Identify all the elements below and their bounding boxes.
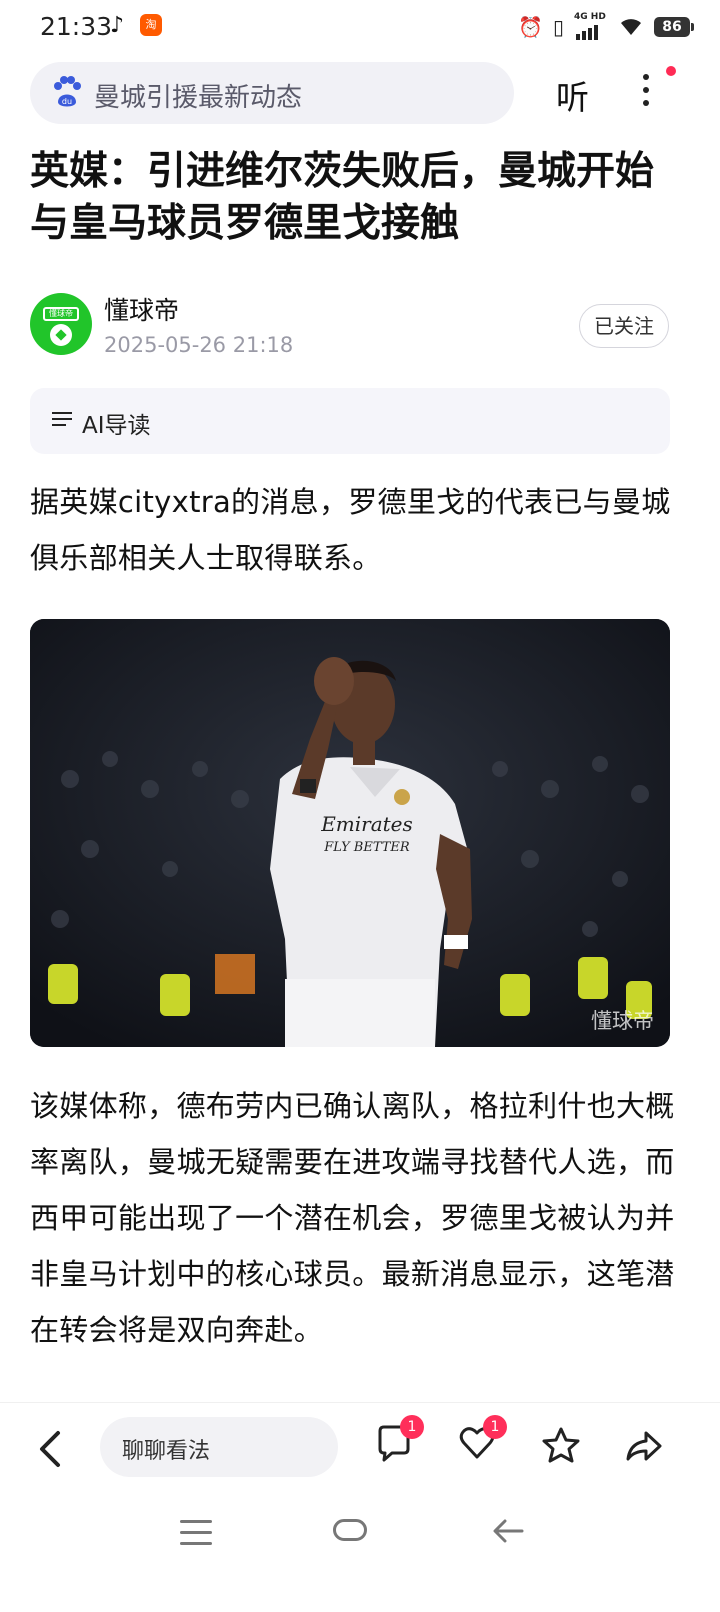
search-bar[interactable]: du 曼城引援最新动态: [30, 62, 514, 124]
notification-dot: [666, 66, 676, 76]
svg-text:Emirates: Emirates: [320, 812, 413, 836]
comment-count-badge: 1: [400, 1415, 424, 1439]
ai-guide-box[interactable]: AI导读: [30, 388, 670, 454]
follow-button[interactable]: 已关注: [579, 304, 669, 348]
football-icon: [50, 324, 72, 346]
avatar-logo-text: 懂球帝: [43, 307, 79, 321]
player-photo: Emirates FLY BETTER: [30, 619, 670, 1047]
system-nav-bar: [0, 1498, 720, 1612]
taobao-icon: 淘: [140, 14, 162, 36]
svg-text:du: du: [62, 97, 72, 106]
system-back-icon[interactable]: [490, 1513, 526, 1549]
like-count-badge: 1: [483, 1415, 507, 1439]
author-name[interactable]: 懂球帝: [104, 291, 179, 327]
comment-button[interactable]: 1: [374, 1415, 424, 1473]
image-watermark: 懂球帝: [591, 1009, 654, 1033]
tiktok-icon: ♪: [110, 13, 125, 38]
star-icon[interactable]: [540, 1425, 582, 1467]
home-icon[interactable]: [333, 1519, 367, 1541]
back-arrow-icon[interactable]: [30, 1425, 70, 1473]
comment-placeholder: 聊聊看法: [122, 1439, 211, 1464]
publish-date: 2025-05-26 21:18: [104, 333, 294, 357]
alarm-icon: ⏰: [518, 15, 543, 39]
ai-guide-label: AI导读: [82, 413, 151, 439]
list-sort-icon: [52, 412, 72, 428]
search-query: 曼城引援最新动态: [94, 83, 303, 113]
article-title: 英媒：引进维尔茨失败后，曼城开始与皇马球员罗德里戈接触: [30, 149, 655, 246]
wifi-icon: [621, 19, 641, 35]
signal-icon: 4G HD: [574, 12, 608, 40]
comment-input[interactable]: 聊聊看法: [100, 1417, 338, 1477]
article-paragraph-1: 据英媒cityxtra的消息，罗德里戈的代表已与曼城俱乐部相关人士取得联系。: [30, 485, 671, 575]
article-paragraph-2: 该媒体称，德布劳内已确认离队，格拉利什也大概率离队，曼城无疑需要在进攻端寻找替代…: [30, 1089, 675, 1347]
network-label: 4G HD: [574, 12, 606, 22]
recent-apps-icon[interactable]: [180, 1520, 212, 1545]
bottom-action-bar: 聊聊看法 1 1: [0, 1402, 720, 1498]
svg-text:FLY BETTER: FLY BETTER: [323, 840, 410, 855]
like-button[interactable]: 1: [457, 1415, 507, 1473]
article-photo[interactable]: Emirates FLY BETTER 懂球帝: [30, 619, 670, 1047]
vibrate-icon: ▯: [552, 15, 564, 39]
more-menu-icon[interactable]: [641, 74, 651, 110]
battery-icon: 86: [654, 17, 694, 37]
share-icon[interactable]: [622, 1425, 666, 1467]
listen-button[interactable]: 听: [556, 71, 589, 119]
baidu-paw-icon: du: [54, 76, 81, 107]
status-time: 21:33: [40, 12, 113, 41]
status-bar: 21:33 ♪ 淘 ⏰ ▯ 4G HD 86: [0, 0, 720, 56]
author-avatar[interactable]: 懂球帝: [30, 293, 92, 355]
